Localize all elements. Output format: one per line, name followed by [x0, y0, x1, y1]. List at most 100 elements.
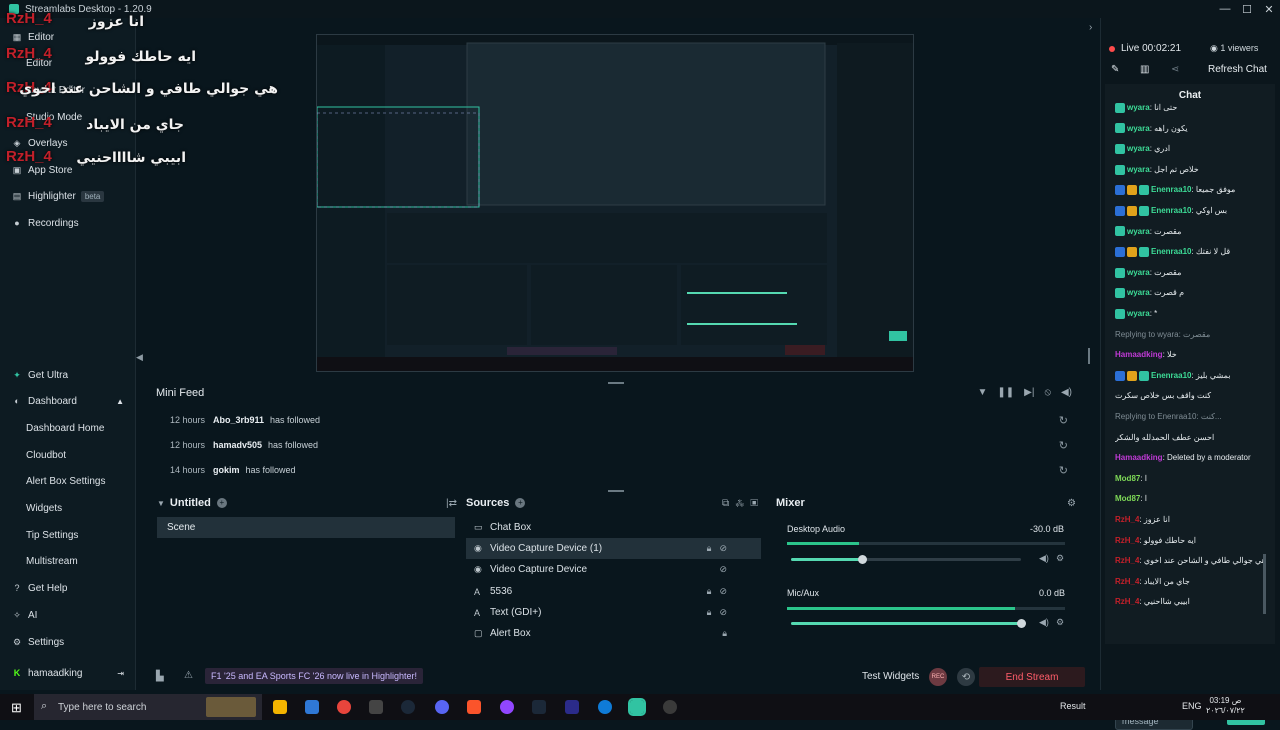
sidebar-item-widgets[interactable]: Widgets: [0, 497, 136, 519]
mute-alerts-icon[interactable]: ⦸: [1044, 387, 1051, 398]
slider-knob[interactable]: [858, 555, 868, 564]
chat-username[interactable]: wyara: [1127, 288, 1150, 297]
sidebar-item-cloudbot[interactable]: Cloudbot: [0, 444, 136, 466]
sidebar-item-dashboard[interactable]: ◐ Dashboard ▲: [0, 390, 136, 412]
brave-icon[interactable]: [467, 700, 481, 714]
popout-icon[interactable]: ▥: [1140, 64, 1149, 75]
add-scene-icon[interactable]: +: [216, 498, 227, 508]
share-icon[interactable]: ⋖: [1171, 64, 1179, 75]
app-icon[interactable]: [565, 700, 579, 714]
streamlabs-taskbar-icon[interactable]: [628, 698, 646, 716]
end-stream-button[interactable]: End Stream: [979, 667, 1085, 687]
lock-icon[interactable]: 🔒︎: [707, 586, 712, 597]
sidebar-item-recordings[interactable]: ● Recordings: [0, 212, 136, 234]
visibility-icon[interactable]: ⊘: [719, 543, 727, 554]
chat-username[interactable]: RzH_4: [1115, 597, 1139, 606]
source-item[interactable]: ◉ Video Capture Device ⊘: [466, 559, 761, 580]
performance-icon[interactable]: ▙: [156, 671, 164, 682]
test-widgets-button[interactable]: Test Widgets: [862, 671, 919, 682]
volume-slider[interactable]: [791, 555, 1021, 564]
refresh-chat-button[interactable]: Refresh Chat: [1208, 64, 1267, 75]
source-item[interactable]: ▢ Alert Box 🔒︎: [466, 623, 761, 644]
chat-username[interactable]: Hamaadking: [1115, 453, 1163, 462]
chat-username[interactable]: wyara: [1127, 268, 1150, 277]
file-explorer-icon[interactable]: [273, 700, 287, 714]
channel-settings-icon[interactable]: ⚙: [1056, 617, 1064, 628]
sidebar-item-highlighter[interactable]: ▤ Highlighter beta: [0, 185, 136, 207]
chat-username[interactable]: wyara: [1127, 165, 1150, 174]
taskbar-search[interactable]: ⌕ Type here to search: [34, 694, 262, 720]
logout-icon[interactable]: ⇥: [117, 669, 124, 678]
chat-username[interactable]: RzH_4: [1115, 536, 1139, 545]
slider-knob[interactable]: [1017, 619, 1026, 628]
chat-username[interactable]: Hamaadking: [1115, 350, 1163, 359]
lock-icon[interactable]: 🔒︎: [707, 607, 712, 618]
scene-transition-icon[interactable]: |⇄: [446, 498, 457, 509]
replay-icon[interactable]: ↻: [1059, 464, 1068, 477]
sidebar-item-multistream[interactable]: Multistream: [0, 550, 136, 572]
source-item[interactable]: A Text (GDI+) 🔒︎ ⊘: [466, 602, 761, 623]
sidebar-item-settings[interactable]: ⚙ Settings: [0, 631, 136, 653]
sidebar-item-ai[interactable]: ✧ AI: [0, 604, 136, 626]
replay-icon[interactable]: ↻: [1059, 414, 1068, 427]
channel-settings-icon[interactable]: ⚙: [1056, 553, 1064, 564]
visibility-icon[interactable]: ⊘: [719, 564, 727, 575]
chat-username[interactable]: Enenraa10: [1151, 185, 1191, 194]
chat-username[interactable]: wyara: [1127, 309, 1150, 318]
scene-item[interactable]: Scene: [157, 517, 455, 538]
chat-username[interactable]: wyara: [1127, 103, 1150, 112]
resize-handle[interactable]: [608, 490, 624, 492]
sidebar-item-dashboard-home[interactable]: Dashboard Home: [0, 417, 136, 439]
filter-icon[interactable]: ▼: [977, 387, 987, 398]
discord-icon[interactable]: [435, 700, 449, 714]
chat-username[interactable]: Mod87: [1115, 474, 1140, 483]
maximize-icon[interactable]: ☐: [1236, 0, 1258, 18]
scene-collection-title[interactable]: Untitled: [170, 497, 211, 509]
sidebar-item-account[interactable]: Khamaadking ⇥: [0, 662, 136, 684]
chat-username[interactable]: wyara: [1127, 144, 1150, 153]
news-banner[interactable]: F1 '25 and EA Sports FC '26 now live in …: [205, 668, 424, 684]
steam-alt-icon[interactable]: [532, 700, 546, 714]
sidebar-item-tip-settings[interactable]: Tip Settings: [0, 524, 136, 546]
chat-username[interactable]: RzH_4: [1115, 515, 1139, 524]
lock-icon[interactable]: 🔒︎: [707, 543, 712, 554]
chat-username[interactable]: Mod87: [1115, 494, 1140, 503]
sidebar-item-get-ultra[interactable]: ✦ Get Ultra: [0, 364, 136, 386]
windows-start-icon[interactable]: ⊞: [11, 700, 22, 716]
sidebar-item-get-help[interactable]: ? Get Help: [0, 577, 136, 599]
record-button[interactable]: REC: [929, 668, 947, 686]
volume-slider[interactable]: [791, 619, 1026, 628]
edit-icon[interactable]: ✎: [1111, 64, 1119, 75]
terminal-icon[interactable]: [369, 700, 383, 714]
skip-icon[interactable]: ▶|: [1024, 387, 1034, 398]
chat-username[interactable]: RzH_4: [1115, 577, 1139, 586]
collapse-sidebar-icon[interactable]: ◀: [136, 352, 143, 363]
chat-username[interactable]: RzH_4: [1115, 556, 1139, 565]
calendar-app-icon[interactable]: [305, 700, 319, 714]
chat-scrollbar[interactable]: [1263, 554, 1266, 614]
obs-icon[interactable]: [663, 700, 677, 714]
mixer-settings-icon[interactable]: ⚙: [1067, 498, 1076, 509]
language-indicator[interactable]: ENG: [1182, 701, 1202, 711]
sidebar-item-alert-box-settings[interactable]: Alert Box Settings: [0, 470, 136, 492]
source-tools-icon[interactable]: ⧉⁂▣: [722, 498, 764, 509]
chat-username[interactable]: wyara: [1127, 227, 1150, 236]
twitch-icon[interactable]: [500, 700, 514, 714]
chevron-down-icon[interactable]: ▼: [157, 499, 165, 508]
preview-resize-handle[interactable]: [1088, 348, 1090, 364]
steam-icon[interactable]: [401, 700, 415, 714]
visibility-icon[interactable]: ⊘: [719, 586, 727, 597]
lock-icon[interactable]: 🔒︎: [722, 628, 727, 639]
chat-username[interactable]: Enenraa10: [1151, 206, 1191, 215]
volume-icon[interactable]: ◀): [1061, 387, 1072, 398]
add-source-icon[interactable]: +: [515, 498, 526, 508]
replay-buffer-icon[interactable]: ⟲: [957, 668, 975, 686]
chat-username[interactable]: wyara: [1127, 124, 1150, 133]
notification-icon[interactable]: ⚠: [184, 670, 193, 681]
chevron-right-icon[interactable]: ›: [1089, 22, 1092, 33]
source-item[interactable]: ◉ Video Capture Device (1) 🔒︎ ⊘: [466, 538, 761, 559]
chat-username[interactable]: Enenraa10: [1151, 247, 1191, 256]
chat-username[interactable]: Enenraa10: [1151, 371, 1191, 380]
source-item[interactable]: ▭ Chat Box: [466, 517, 761, 538]
tray-weather[interactable]: Result: [1060, 701, 1086, 711]
